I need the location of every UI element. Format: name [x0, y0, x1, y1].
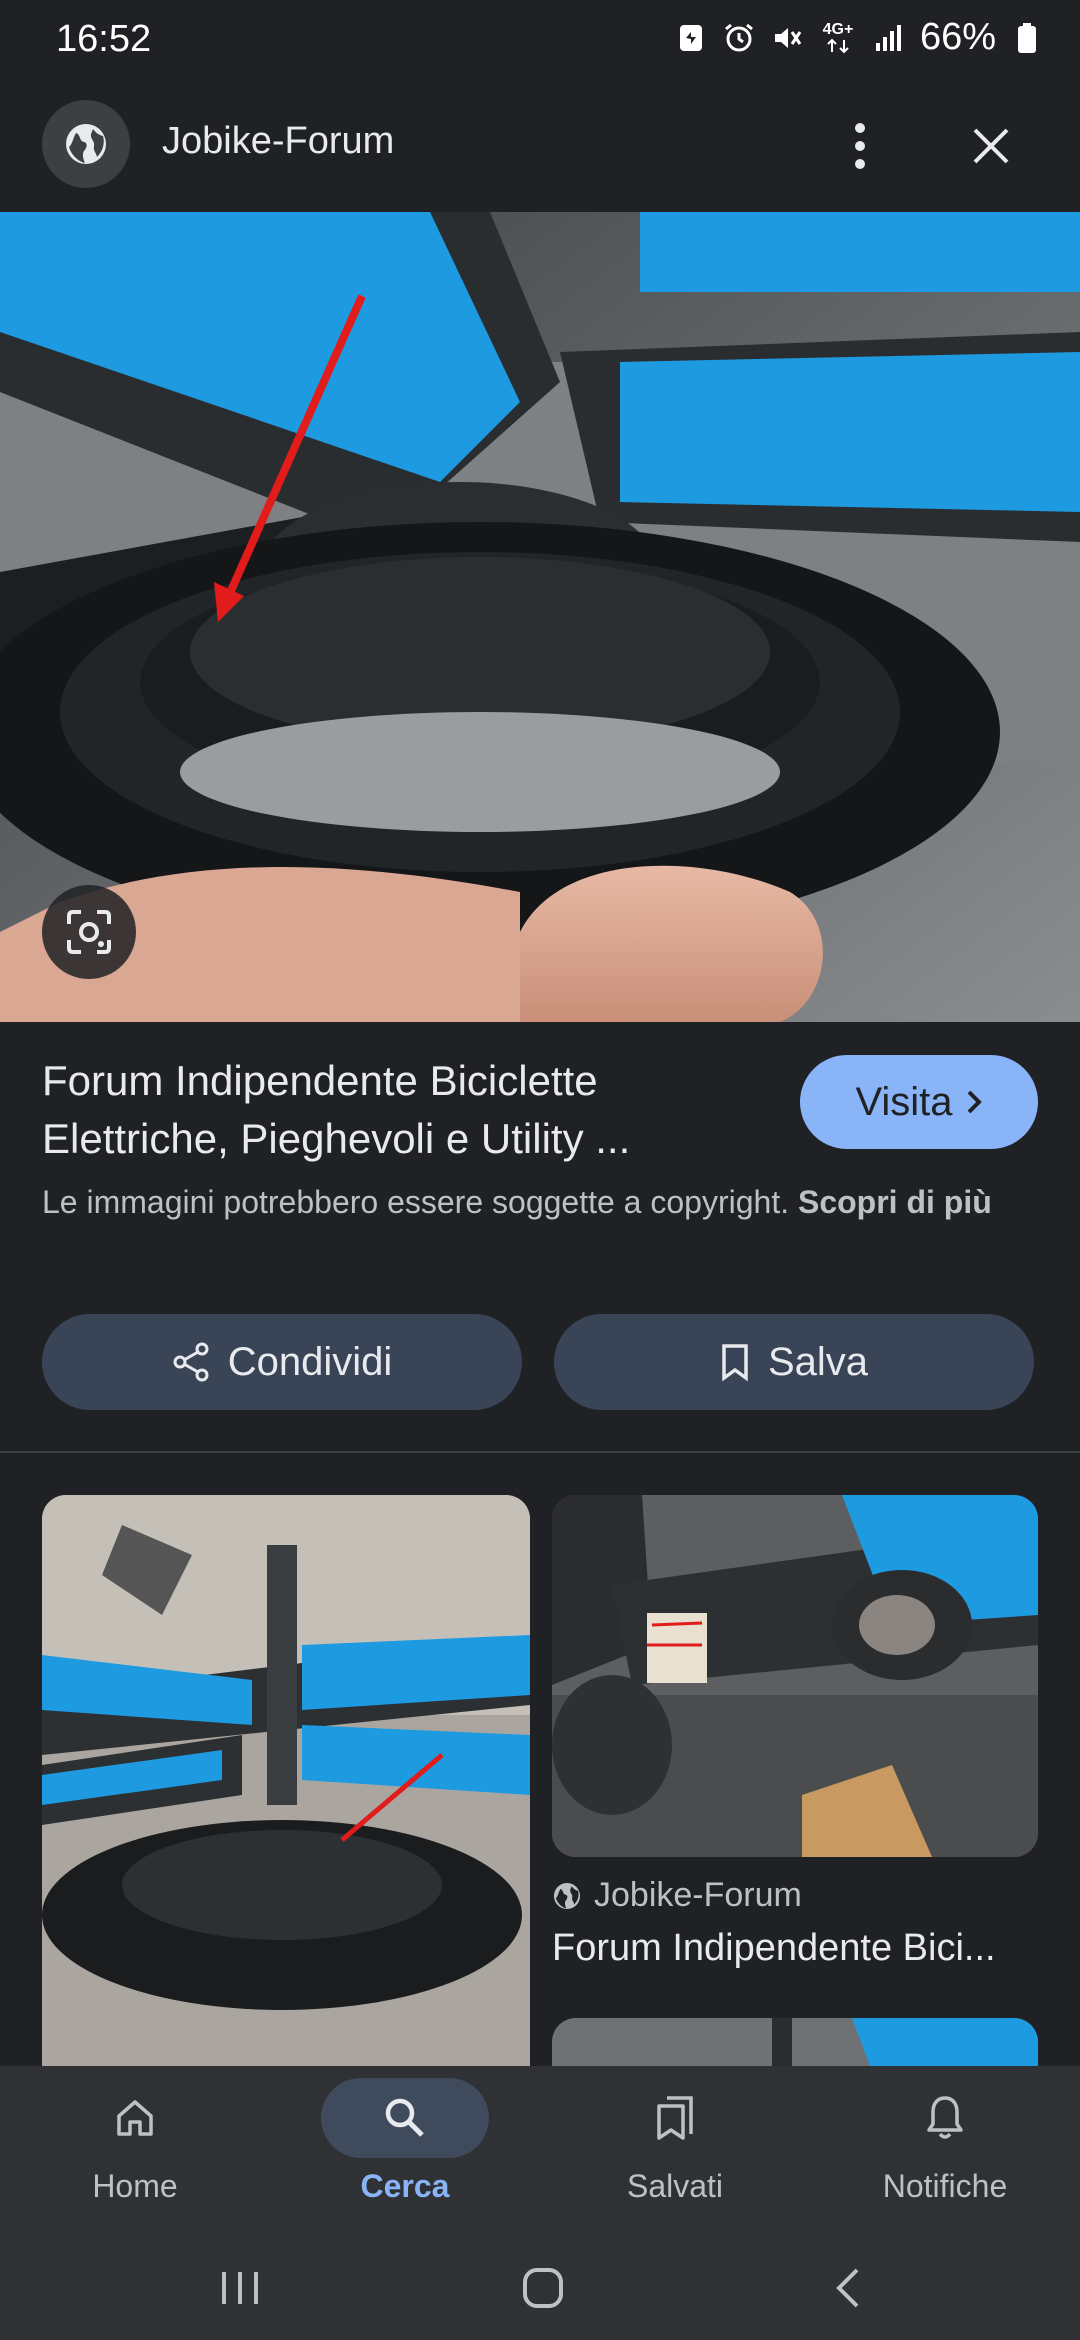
- bell-icon: [927, 2096, 963, 2139]
- nav-saved-label: Salvati: [626, 2168, 724, 2204]
- home-circle-icon: [523, 2268, 563, 2308]
- nav-home[interactable]: Home: [0, 2066, 270, 2236]
- more-options-button[interactable]: [830, 110, 890, 182]
- close-button[interactable]: [955, 110, 1027, 182]
- copyright-notice: Le immagini potrebbero essere soggette a…: [42, 1178, 1042, 1226]
- nav-search-label: Cerca: [360, 2168, 450, 2204]
- search-icon: [385, 2098, 424, 2137]
- visit-label: Visita: [855, 1079, 953, 1124]
- status-bar: 16:52 4G+ 66%: [0, 0, 1080, 80]
- visit-button[interactable]: Visita: [800, 1055, 1038, 1149]
- close-icon: [973, 128, 1009, 164]
- related-source: Jobike-Forum: [552, 1876, 802, 1915]
- notification-icon: [674, 21, 708, 55]
- status-time: 16:52: [56, 18, 152, 60]
- nav-notifications-label: Notifiche: [882, 2168, 1008, 2204]
- related-image-2[interactable]: [552, 1495, 1038, 1857]
- result-title[interactable]: Forum Indipendente Biciclette Elettriche…: [42, 1052, 762, 1168]
- network-type: 4G+: [822, 20, 854, 38]
- main-image[interactable]: [0, 212, 1080, 1022]
- battery-percent: 66%: [919, 16, 996, 58]
- bottom-navigation: Home Cerca Salvati Notifiche: [0, 2066, 1080, 2236]
- save-label: Salva: [767, 1339, 869, 1384]
- globe-icon: [42, 100, 130, 188]
- save-button[interactable]: Salva: [554, 1314, 1034, 1410]
- recent-apps-button[interactable]: [200, 2256, 280, 2320]
- nav-notifications[interactable]: Notifiche: [810, 2066, 1080, 2236]
- site-title[interactable]: Jobike-Forum: [162, 120, 394, 163]
- network-icon: 4G+: [818, 21, 858, 55]
- share-label: Condividi: [227, 1339, 393, 1384]
- home-system-button[interactable]: [503, 2256, 583, 2320]
- bookmark-icon: [722, 1344, 748, 1382]
- related-source-name: Jobike-Forum: [594, 1876, 802, 1914]
- google-lens-button[interactable]: [42, 885, 136, 979]
- nav-search[interactable]: Cerca: [270, 2066, 540, 2236]
- share-button[interactable]: Condividi: [42, 1314, 522, 1410]
- related-image-1[interactable]: [42, 1495, 530, 2095]
- system-navigation: [0, 2236, 1080, 2340]
- alarm-icon: [722, 21, 756, 55]
- copyright-text: Le immagini potrebbero essere soggette a…: [42, 1184, 790, 1220]
- status-icons: 4G+ 66%: [674, 16, 1044, 59]
- signal-icon: [872, 21, 906, 55]
- nav-saved[interactable]: Salvati: [540, 2066, 810, 2236]
- lens-icon: [67, 910, 111, 954]
- share-icon: [173, 1342, 209, 1382]
- top-header: Jobike-Forum: [0, 80, 1080, 212]
- mute-icon: [770, 21, 804, 55]
- nav-home-label: Home: [92, 2168, 178, 2204]
- recent-apps-icon: [222, 2272, 258, 2304]
- back-button[interactable]: [808, 2256, 888, 2320]
- home-icon: [117, 2100, 153, 2136]
- learn-more-link[interactable]: Scopri di più: [798, 1184, 992, 1220]
- bookmarks-icon: [657, 2096, 693, 2140]
- divider: [0, 1451, 1080, 1453]
- back-icon: [836, 2268, 859, 2308]
- battery-icon: [1010, 21, 1044, 55]
- related-title[interactable]: Forum Indipendente Bici...: [552, 1927, 1042, 1970]
- globe-icon: [553, 1882, 581, 1909]
- chevron-right-icon: [967, 1090, 982, 1114]
